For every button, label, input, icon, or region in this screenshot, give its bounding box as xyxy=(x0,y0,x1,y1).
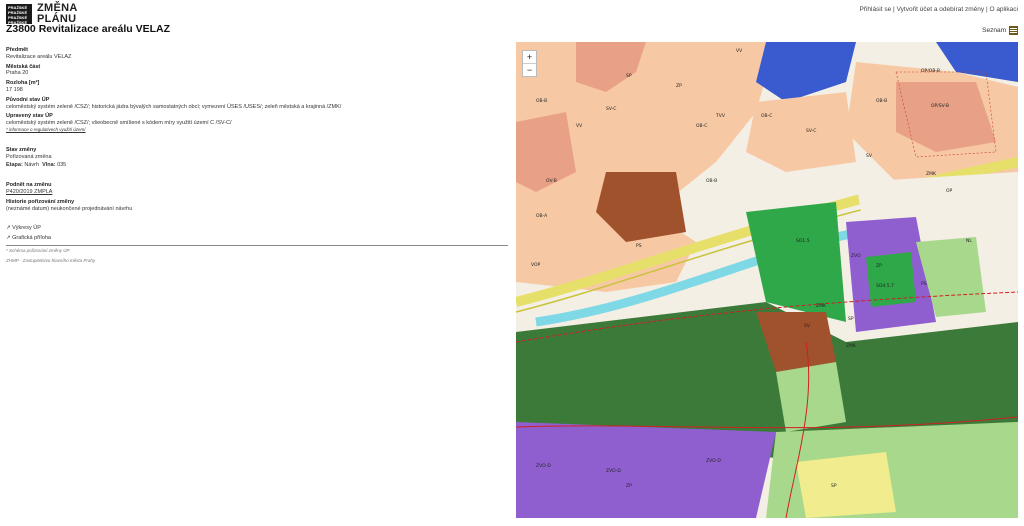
detail-panel: Předmět Revitalizace areálu VELAZ Městsk… xyxy=(6,44,508,265)
map-label: ZMK xyxy=(846,343,857,349)
map-label: ZMK xyxy=(926,171,937,177)
map-label: OP/SV-B xyxy=(931,103,949,109)
map-label: PS xyxy=(636,243,642,249)
map-label: VOP xyxy=(531,262,541,268)
brand-title[interactable]: ZMĚNA PLÁNU xyxy=(37,3,78,25)
map-label: SO1.5 xyxy=(796,238,810,244)
vlna-value: 035 xyxy=(57,162,67,169)
map-label: OB-B xyxy=(706,178,717,184)
map-label: OV-B xyxy=(546,178,557,184)
top-navigation: Přihlásit se | Vytvořit účet a odebírat … xyxy=(859,6,1018,13)
map-label: NL xyxy=(966,238,972,244)
historie-label: Historie pořizování změny xyxy=(6,198,75,205)
stav-zmeny-label: Stav změny xyxy=(6,146,37,153)
map-label: OB-C xyxy=(696,123,707,129)
sport-area xyxy=(796,452,896,518)
map-label: SV-C xyxy=(806,128,816,134)
map-label: SO4.5.7 xyxy=(876,283,894,289)
map-label: SP xyxy=(848,316,854,322)
residential-zone xyxy=(746,92,856,172)
etapa-value: Návrh xyxy=(24,162,40,169)
historie-value: (neznámé datum) neukončené projednávání … xyxy=(6,205,133,212)
map-label: ZP xyxy=(876,263,882,269)
podnet-label: Podnět na změnu xyxy=(6,182,52,189)
regulativy-link[interactable]: * informace o regulativech využití území xyxy=(6,127,508,134)
map-label: OP/OB-B xyxy=(921,68,940,74)
puvodni-stav-label: Původní stav ÚP xyxy=(6,96,50,103)
zoning-map[interactable]: VV OB-B OV-B SP ZP VV OB-B OB-C SV-C OB-… xyxy=(516,42,1018,518)
map-label: TVV xyxy=(715,113,726,119)
map-label: SV xyxy=(804,323,811,329)
create-account-link[interactable]: Vytvořit účet a odebírat změny xyxy=(897,6,985,13)
predmet-value: Revitalizace areálu VELAZ xyxy=(6,53,72,60)
sport-zone xyxy=(516,422,776,518)
upraveny-stav-label: Upravený stav ÚP xyxy=(6,113,53,120)
predmet-label: Předmět xyxy=(6,47,29,53)
vlna-label: Vlna: xyxy=(42,162,56,169)
map-label: ZVO-D xyxy=(536,463,551,469)
map-label: ZMK xyxy=(816,303,827,309)
prague-logo[interactable]: PRAŽSKÉ PRAŽSKÉ PRAŽSKÉ PRAŽSKÉ xyxy=(6,4,32,25)
map-label: ZVO-D xyxy=(706,458,721,464)
map-label: VV xyxy=(576,123,583,129)
map-label: OB-A xyxy=(536,213,548,219)
mestska-cast-value: Praha 20 xyxy=(6,70,29,77)
puvodni-stav-value: celoměstský systém zeleně /CSZ/; histori… xyxy=(6,103,342,110)
credit-note: ZHMP - Zastupitelstvo hlavního města Pra… xyxy=(6,257,96,263)
rozloha-label: Rozloha [m²] xyxy=(6,80,40,87)
about-link[interactable]: O aplikaci xyxy=(989,6,1018,13)
podnet-link[interactable]: P420/2019 ZMPLA xyxy=(6,189,508,196)
rozloha-value: 17 198 xyxy=(6,86,23,93)
divider xyxy=(6,244,508,246)
map-label: SV xyxy=(866,153,873,159)
map-label: ZP xyxy=(676,83,682,89)
map-label: ZVO-D xyxy=(606,468,621,474)
seznam-button[interactable]: Seznam xyxy=(982,26,1018,35)
meadow-zone xyxy=(776,362,846,432)
mestska-cast-label: Městská část xyxy=(6,63,41,70)
map-label: OB-B xyxy=(536,98,547,104)
etapa-row: Etapa: Návrh Vlna: 035 xyxy=(6,162,508,169)
login-link[interactable]: Přihlásit se xyxy=(859,6,891,13)
map-label: OP xyxy=(946,188,953,194)
graficka-priloha-link[interactable]: ↗ Grafická příloha xyxy=(6,235,508,242)
vykresy-link[interactable]: ↗ Výkresy ÚP xyxy=(6,225,508,232)
map-label: SV-C xyxy=(606,106,616,112)
page-title: Z3800 Revitalizace areálu VELAZ xyxy=(6,23,170,35)
map-label: ZVO xyxy=(851,253,861,259)
map-label: PS xyxy=(921,281,927,287)
map-canvas[interactable]: VV OB-B OV-B SP ZP VV OB-B OB-C SV-C OB-… xyxy=(516,42,1018,518)
green-city-zone xyxy=(866,252,916,307)
seznam-label: Seznam xyxy=(982,27,1006,34)
menu-icon xyxy=(1009,26,1018,35)
map-label: VV xyxy=(736,48,743,54)
map-label: ZP xyxy=(626,483,632,489)
zoom-control: + − xyxy=(522,50,537,77)
zoom-in-button[interactable]: + xyxy=(523,51,536,63)
map-label: OB-B xyxy=(876,98,887,104)
etapa-label: Etapa: xyxy=(6,162,23,169)
zoom-out-button[interactable]: − xyxy=(523,63,536,76)
nav-separator: | xyxy=(985,6,988,13)
schema-note[interactable]: * Schéma pořizování změny ÚP xyxy=(6,248,508,255)
upraveny-stav-value: celoměstský systém zeleně /CSZ/; všeobec… xyxy=(6,120,232,127)
nav-separator: | xyxy=(893,6,895,13)
map-label: SP xyxy=(626,73,632,79)
stav-zmeny-value: Pořizovaná změna xyxy=(6,153,52,160)
map-label: SP xyxy=(831,483,837,489)
map-label: OB-C xyxy=(761,113,772,119)
